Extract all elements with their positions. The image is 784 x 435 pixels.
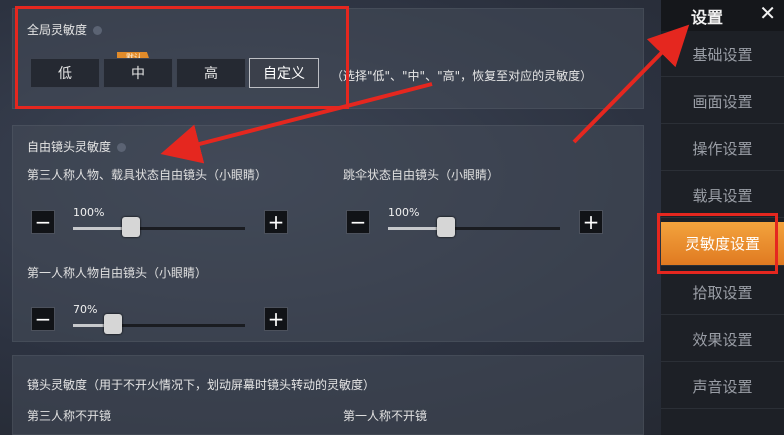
arrow-to-free-camera	[160, 82, 433, 164]
arrow-to-settings	[572, 24, 690, 144]
annotation-arrows	[160, 24, 690, 164]
